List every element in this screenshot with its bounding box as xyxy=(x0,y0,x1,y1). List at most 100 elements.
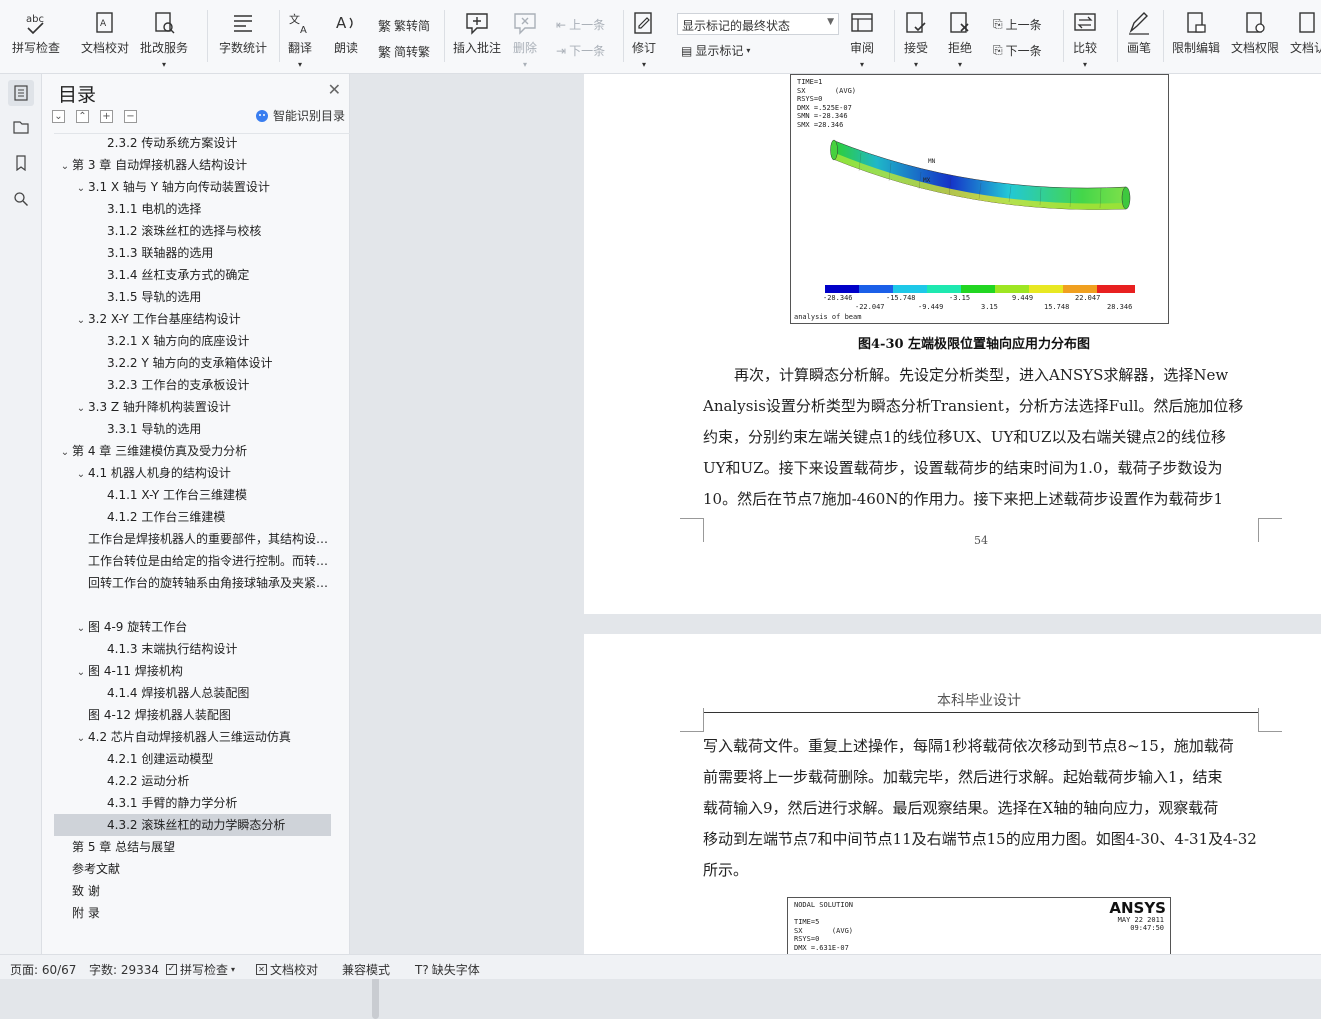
toc-item[interactable]: ⌄ 3.1 X 轴与 Y 轴方向传动装置设计 xyxy=(54,176,331,198)
toc-item[interactable]: 3.1.4 丝杠支承方式的确定 xyxy=(54,264,331,286)
toc-panel: 目录 ✕ ⌄ ⌃ + − 智能识别目录 2.3.2 传动系统方案设计 ⌄ 第 3 章… xyxy=(42,74,379,1019)
toc-item[interactable]: 致 谢 xyxy=(54,880,331,902)
toc-item[interactable]: 附 录 xyxy=(54,902,331,924)
show-markup-button[interactable]: ▤ 显示标记 ▾ xyxy=(681,42,750,59)
read-aloud-icon: A xyxy=(336,14,353,32)
chevron-down-icon[interactable]: ⌄ xyxy=(58,156,72,176)
to-simplified-button[interactable]: 繁 简转繁 xyxy=(378,42,430,61)
toc-item-label: 图 4-11 焊接机构 xyxy=(88,664,183,678)
toc-item[interactable]: 4.1.4 焊接机器人总装配图 xyxy=(54,682,331,704)
chevron-down-icon[interactable]: ⌄ xyxy=(74,398,88,418)
toc-item[interactable]: ⌄ 4.1 机器人机身的结构设计 xyxy=(54,462,331,484)
bookmark-rail-button[interactable] xyxy=(8,150,34,176)
toc-item[interactable]: ⌄ 4.2 芯片自动焊接机器人三维运动仿真 xyxy=(54,726,331,748)
spell-check-button[interactable]: abc 拼写检查 xyxy=(12,10,60,56)
next-change-button[interactable]: ⎘ 下一条 xyxy=(993,42,1042,59)
page-indicator[interactable]: 页面: 60/67 xyxy=(10,961,76,978)
spell-check-status[interactable]: ✓ 拼写检查 ▾ xyxy=(166,961,235,978)
toc-item[interactable]: ⌄ 图 4-9 旋转工作台 xyxy=(54,616,331,638)
doc-more-label: 文档认 xyxy=(1290,41,1321,55)
to-traditional-button[interactable]: 繁 繁转简 xyxy=(378,16,430,35)
toc-item[interactable]: 第 5 章 总结与展望 xyxy=(54,836,331,858)
toc-item[interactable]: ⌄ 图 4-11 焊接机构 xyxy=(54,660,331,682)
translate-button[interactable]: 文A 翻译 ▾ xyxy=(287,10,313,70)
svg-text:文: 文 xyxy=(289,12,300,26)
toc-item[interactable]: 4.1.1 X-Y 工作台三维建模 xyxy=(54,484,331,506)
toc-item[interactable]: 4.3.2 滚珠丝杠的动力学瞬态分析 xyxy=(54,814,331,836)
toc-item[interactable]: 参考文献 xyxy=(54,858,331,880)
toc-item[interactable]: 图 4-12 焊接机器人装配图 xyxy=(54,704,331,726)
close-icon[interactable]: ✕ xyxy=(328,80,341,99)
next-change-icon: ⎘ xyxy=(993,43,1003,57)
word-count-button[interactable]: 字数统计 xyxy=(219,10,267,56)
chapter-rail-button[interactable] xyxy=(8,114,34,140)
toc-item[interactable]: 3.3.1 导轨的选用 xyxy=(54,418,331,440)
figure-info: NODAL SOLUTION TIME=5 SX (AVG) RSYS=0 DM… xyxy=(794,901,854,952)
insert-comment-button[interactable]: 插入批注 xyxy=(453,10,501,56)
toc-item[interactable]: 4.2.1 创建运动模型 xyxy=(54,748,331,770)
toc-item[interactable]: 4.2.2 运动分析 xyxy=(54,770,331,792)
chevron-down-icon[interactable]: ⌄ xyxy=(74,618,88,638)
toc-item[interactable]: 3.1.2 滚珠丝杠的选择与校核 xyxy=(54,220,331,242)
toc-item[interactable]: 4.1.2 工作台三维建模 xyxy=(54,506,331,528)
toc-item[interactable]: ⌄ 3.2 X-Y 工作台基座结构设计 xyxy=(54,308,331,330)
svg-text:A: A xyxy=(100,19,107,29)
toc-item[interactable]: 3.1.3 联轴器的选用 xyxy=(54,242,331,264)
add-heading-icon[interactable]: + xyxy=(100,110,113,123)
figure-caption: 图4-30 左端极限位置轴向应用力分布图 xyxy=(858,337,1091,352)
dropdown-arrow-icon: ▾ xyxy=(957,60,962,69)
accept-button[interactable]: 接受 ▾ xyxy=(903,10,929,70)
toc-item[interactable]: 工作台是焊接机器人的重要部件，其结构设计直接影响 xyxy=(54,528,331,550)
chevron-down-icon[interactable]: ⌄ xyxy=(74,662,88,682)
prev-change-button[interactable]: ⎘ 上一条 xyxy=(993,16,1042,33)
toc-item[interactable]: ⌄ 第 4 章 三维建模仿真及受力分析 xyxy=(54,440,331,462)
chevron-down-icon[interactable]: ⌄ xyxy=(74,728,88,748)
proof-status[interactable]: ✕ 文档校对 xyxy=(256,961,318,978)
toc-item[interactable]: 3.1.1 电机的选择 xyxy=(54,198,331,220)
remove-heading-icon[interactable]: − xyxy=(124,110,137,123)
toc-rail-button[interactable] xyxy=(8,80,34,106)
toc-item[interactable]: 4.1.3 末端执行结构设计 xyxy=(54,638,331,660)
chevron-down-icon[interactable]: ⌄ xyxy=(74,464,88,484)
delete-comment-button[interactable]: 删除 ▾ xyxy=(512,10,538,70)
review-button[interactable]: 审阅 ▾ xyxy=(849,10,875,70)
review-label: 审阅 xyxy=(849,41,874,55)
expand-up-icon[interactable]: ⌃ xyxy=(76,110,89,123)
dropdown-arrow-icon: ▾ xyxy=(522,60,527,69)
restrict-edit-button[interactable]: 限制编辑 xyxy=(1172,10,1220,56)
chevron-down-icon[interactable]: ⌄ xyxy=(74,178,88,198)
toc-item[interactable]: 3.2.3 工作台的支承板设计 xyxy=(54,374,331,396)
reject-icon xyxy=(950,12,969,33)
revise-button[interactable]: 修订 ▾ xyxy=(631,10,657,70)
toc-item[interactable]: 2.3.2 传动系统方案设计 xyxy=(54,134,331,154)
toc-item[interactable]: 4.3.1 手臂的静力学分析 xyxy=(54,792,331,814)
next-comment-button[interactable]: ⇥ 下一条 xyxy=(556,42,605,59)
collapse-all-icon[interactable]: ⌄ xyxy=(52,110,65,123)
doc-proof-button[interactable]: A 文档校对 xyxy=(81,10,129,56)
compare-button[interactable]: 比较 ▾ xyxy=(1072,10,1098,70)
word-count-indicator[interactable]: 字数: 29334 xyxy=(89,961,159,978)
annotation-service-button[interactable]: 批改服务 ▾ xyxy=(140,10,188,70)
chevron-down-icon[interactable]: ⌄ xyxy=(74,310,88,330)
toc-item[interactable]: 3.1.5 导轨的选用 xyxy=(54,286,331,308)
reject-button[interactable]: 拒绝 ▾ xyxy=(947,10,973,70)
read-aloud-button[interactable]: A 朗读 xyxy=(333,10,359,56)
smart-toc-button[interactable]: 智能识别目录 xyxy=(255,107,345,124)
chevron-down-icon[interactable]: ⌄ xyxy=(58,442,72,462)
toc-item[interactable]: ⌄ 3.3 Z 轴升降机构装置设计 xyxy=(54,396,331,418)
color-legend-bar xyxy=(825,285,1135,293)
toc-item[interactable]: 3.2.1 X 轴方向的底座设计 xyxy=(54,330,331,352)
toc-item[interactable]: 回转工作台的旋转轴系由角接球轴承及夹紧机构组成的 xyxy=(54,572,331,594)
missing-font-button[interactable]: T? 缺失字体 xyxy=(415,961,480,978)
doc-more-button[interactable]: 文档认 xyxy=(1290,10,1321,56)
doc-permission-button[interactable]: 文档权限 xyxy=(1231,10,1279,56)
markup-state-select[interactable]: 显示标记的最终状态 ▼ xyxy=(677,13,839,35)
prev-comment-button[interactable]: ⇤ 上一条 xyxy=(556,16,605,33)
toc-item[interactable]: 工作台转位是由给定的指令进行控制。而转位结构分析 xyxy=(54,550,331,572)
toc-item[interactable]: ⌄ 第 3 章 自动焊接机器人结构设计 xyxy=(54,154,331,176)
toc-item[interactable]: 3.2.2 Y 轴方向的支承箱体设计 xyxy=(54,352,331,374)
pen-button[interactable]: 画笔 xyxy=(1126,10,1152,56)
search-rail-button[interactable] xyxy=(8,186,34,212)
toc-item[interactable] xyxy=(54,594,331,616)
next-comment-label: 下一条 xyxy=(569,44,606,58)
